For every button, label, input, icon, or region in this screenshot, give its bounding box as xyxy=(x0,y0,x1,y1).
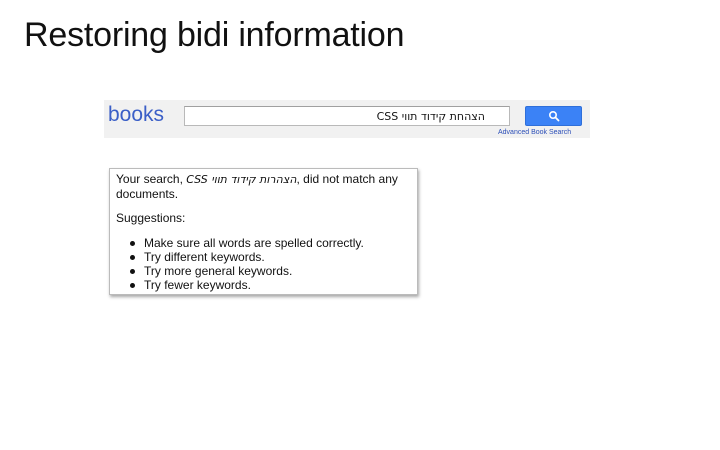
search-icon xyxy=(548,110,559,122)
suggestions-list: Make sure all words are spelled correctl… xyxy=(116,236,411,292)
search-input[interactable] xyxy=(184,106,510,126)
advanced-book-search-link[interactable]: Advanced Book Search xyxy=(498,129,571,136)
suggestion-item: Make sure all words are spelled correctl… xyxy=(130,236,411,250)
suggestion-item: Try different keywords. xyxy=(130,250,411,264)
suggestion-item: Try fewer keywords. xyxy=(130,278,411,292)
suggestions-heading: Suggestions: xyxy=(116,211,186,225)
slide-title: Restoring bidi information xyxy=(24,16,405,54)
suggestion-item: Try more general keywords. xyxy=(130,264,411,278)
message-prefix: Your search, xyxy=(116,172,187,186)
search-button[interactable] xyxy=(525,106,582,126)
no-results-message: Your search, הצהרות קידוד תווי CSS, did … xyxy=(116,172,411,201)
books-logo[interactable]: books xyxy=(108,103,164,127)
no-results-box: Your search, הצהרות קידוד תווי CSS, did … xyxy=(109,168,418,295)
message-query: הצהרות קידוד תווי CSS xyxy=(186,173,297,186)
search-bar: books Advanced Book Search xyxy=(104,100,590,138)
